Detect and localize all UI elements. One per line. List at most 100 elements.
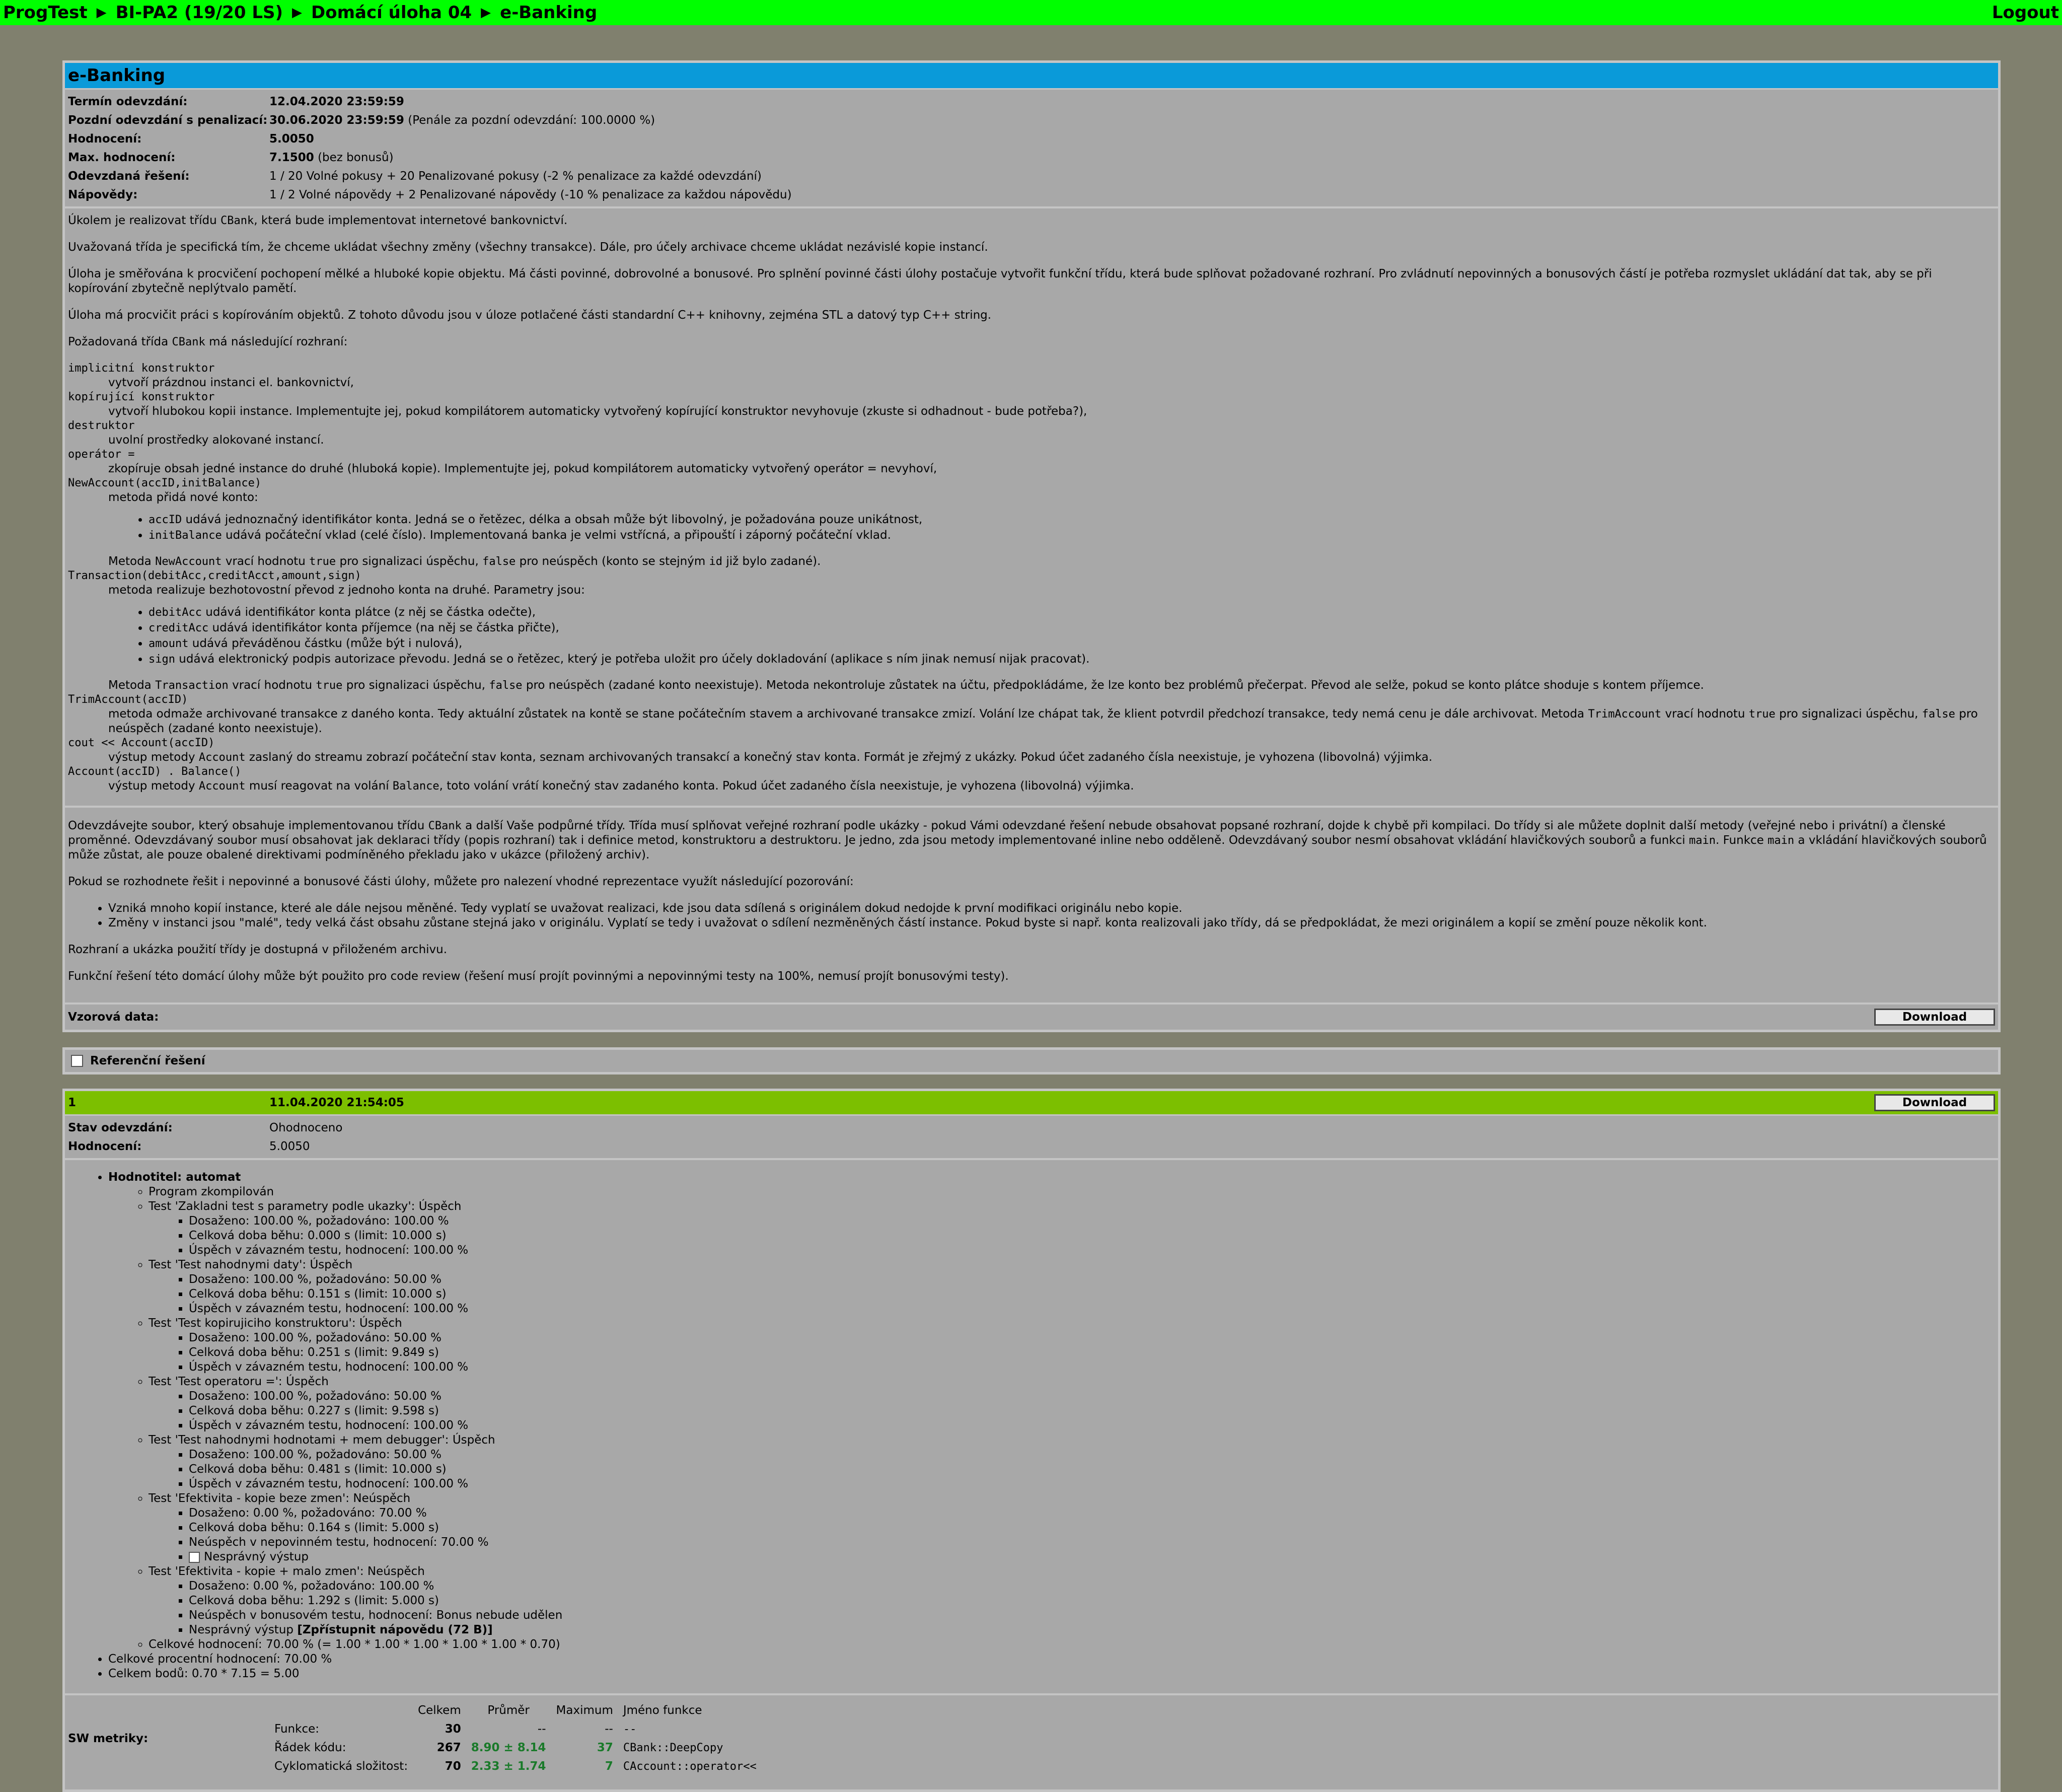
list-item: Změny v instanci jsou "malé", tedy velká… bbox=[108, 916, 1995, 930]
info-label: Max. hodnocení: bbox=[68, 151, 176, 164]
test-item: Test 'Efektivita - kopie + malo zmen': N… bbox=[149, 1564, 1995, 1637]
interface-term: TrimAccount(accID) bbox=[68, 693, 188, 706]
info-label: Hodnocení: bbox=[68, 132, 142, 146]
interface-desc: zkopíruje obsah jedné instance do druhé … bbox=[108, 462, 937, 475]
status-label: Stav odevzdání: bbox=[68, 1121, 173, 1134]
info-row-hints: Nápovědy: 1 / 2 Volné nápovědy + 2 Penali… bbox=[68, 186, 1995, 204]
logout-link[interactable]: Logout bbox=[1992, 4, 2059, 21]
list-item: Vzniká mnoho kopií instance, které ale d… bbox=[108, 901, 1995, 916]
submission-date: 11.04.2020 21:54:05 bbox=[269, 1096, 404, 1109]
desc-paragraph: Úkolem je realizovat třídu CBank, která … bbox=[68, 214, 568, 227]
col-header: Průměr bbox=[487, 1704, 530, 1717]
sample-download-button[interactable]: Download bbox=[1874, 1009, 1995, 1026]
breadcrumb-course[interactable]: BI-PA2 (19/20 LS) bbox=[116, 4, 283, 21]
score-label: Hodnocení: bbox=[68, 1140, 142, 1153]
reference-label: Referenční řešení bbox=[90, 1054, 205, 1067]
test-item: Test 'Test nahodnymi hodnotami + mem deb… bbox=[149, 1433, 1995, 1491]
info-row-submissions: Odevzdaná řešení: 1 / 20 Volné pokusy + 2… bbox=[68, 167, 1995, 186]
interface-desc: vytvoří hlubokou kopii instance. Impleme… bbox=[108, 405, 1087, 418]
interface-term: operátor = bbox=[68, 448, 135, 461]
score-value: 5.0050 bbox=[269, 1140, 310, 1153]
desc-paragraph: Pokud se rozhodnete řešit i nepovinné a … bbox=[68, 875, 854, 888]
info-label: Pozdní odevzdání s penalizací: bbox=[68, 114, 268, 127]
col-header: Jméno funkce bbox=[623, 1704, 702, 1717]
status-value: Ohodnoceno bbox=[269, 1121, 343, 1134]
interface-term: NewAccount(accID,initBalance) bbox=[68, 477, 262, 489]
desc-paragraph: Funkční řešení této domácí úlohy může bý… bbox=[68, 970, 1009, 983]
col-header: Maximum bbox=[556, 1704, 613, 1717]
col-header: Celkem bbox=[418, 1704, 461, 1717]
submission-download-button[interactable]: Download bbox=[1874, 1094, 1995, 1111]
task-title: e-Banking bbox=[65, 63, 1998, 90]
info-extra: (bez bonusů) bbox=[314, 151, 394, 164]
table-row: Řádek kódu: 267 8.90 ± 8.14 37 CBank::De… bbox=[274, 1741, 723, 1754]
info-value: 12.04.2020 23:59:59 bbox=[269, 95, 404, 108]
submission-panel: 1 11.04.2020 21:54:05 Download Stav odev… bbox=[62, 1089, 2001, 1792]
desc-paragraph: Úloha má procvičit práci s kopírováním o… bbox=[68, 309, 992, 322]
desc-paragraph: Úloha je směřována k procvičení pochopen… bbox=[68, 267, 1932, 295]
desc-paragraph: Rozhraní a ukázka použití třídy je dostu… bbox=[68, 943, 448, 956]
reveal-hint-link[interactable]: [Zpřístupnit nápovědu (72 B)] bbox=[297, 1623, 492, 1636]
info-value: 5.0050 bbox=[269, 132, 314, 146]
observation-list: Vzniká mnoho kopií instance, které ale d… bbox=[68, 901, 1995, 930]
reference-checkbox[interactable] bbox=[71, 1055, 83, 1067]
interface-desc: uvolní prostředky alokované instancí. bbox=[108, 434, 324, 447]
interface-term: destruktor bbox=[68, 419, 135, 432]
interface-term: cout << Account(accID) bbox=[68, 737, 215, 749]
test-item: Test 'Test kopirujiciho konstruktoru': Ú… bbox=[149, 1316, 1995, 1375]
submission-number: 1 bbox=[68, 1096, 77, 1109]
info-extra: 1 / 2 Volné nápovědy + 2 Penalizované ná… bbox=[269, 188, 792, 201]
desc-paragraph: Uvažovaná třída je specifická tím, že ch… bbox=[68, 241, 988, 254]
breadcrumb-separator-icon: ▶ bbox=[292, 5, 303, 20]
overall-percent: Celkové procentní hodnocení: 70.00 % bbox=[108, 1652, 1995, 1667]
metrics-label: SW metriky: bbox=[68, 1732, 149, 1745]
interface-desc: výstup metody Account musí reagovat na v… bbox=[108, 779, 1134, 793]
metrics-table: Celkem Průměr Maximum Jméno funkce Funkc… bbox=[269, 1701, 762, 1776]
interface-term: implicitní konstruktor bbox=[68, 362, 215, 375]
task-description: Úkolem je realizovat třídu CBank, která … bbox=[65, 208, 1998, 984]
desc-paragraph: Odevzdávejte soubor, který obsahuje impl… bbox=[68, 819, 1987, 862]
info-label: Odevzdaná řešení: bbox=[68, 170, 190, 183]
interface-list: implicitní konstruktor vytvoří prázdnou … bbox=[68, 362, 1995, 794]
breadcrumb-task[interactable]: e-Banking bbox=[500, 4, 597, 21]
top-nav-bar: ProgTest ▶ BI-PA2 (19/20 LS) ▶ Domácí úl… bbox=[0, 0, 2062, 25]
breadcrumb-separator-icon: ▶ bbox=[481, 5, 491, 20]
interface-desc: výstup metody Account zaslaný do streamu… bbox=[108, 751, 1433, 764]
info-label: Termín odevzdání: bbox=[68, 95, 188, 108]
breadcrumb-progtest[interactable]: ProgTest bbox=[3, 4, 88, 21]
sw-metrics: SW metriky: Celkem Průměr Maximum Jméno … bbox=[65, 1693, 1998, 1782]
wrong-output-checkbox[interactable] bbox=[189, 1551, 200, 1563]
info-label: Nápovědy: bbox=[68, 188, 138, 201]
sample-data-label: Vzorová data: bbox=[68, 1010, 159, 1024]
info-value: 7.1500 bbox=[269, 151, 314, 164]
breadcrumb: ProgTest ▶ BI-PA2 (19/20 LS) ▶ Domácí úl… bbox=[3, 4, 597, 21]
submission-header: 1 11.04.2020 21:54:05 Download bbox=[65, 1091, 1998, 1116]
overall-inner: Celkové hodnocení: 70.00 % (= 1.00 * 1.0… bbox=[149, 1637, 1995, 1652]
task-info: Termín odevzdání: 12.04.2020 23:59:59 Poz… bbox=[65, 90, 1998, 208]
breadcrumb-separator-icon: ▶ bbox=[96, 5, 107, 20]
table-row: Cyklomatická složitost: 70 2.33 ± 1.74 7… bbox=[274, 1760, 757, 1773]
info-value: 30.06.2020 23:59:59 bbox=[269, 114, 404, 127]
sample-data-row: Vzorová data: Download bbox=[65, 1002, 1998, 1030]
interface-desc: metoda přidá nové konto: accID udává jed… bbox=[68, 490, 1995, 569]
interface-desc: vytvoří prázdnou instanci el. bankovnict… bbox=[108, 376, 354, 389]
interface-desc: metoda realizuje bezhotovostní převod z … bbox=[68, 583, 1995, 693]
info-row-late: Pozdní odevzdání s penalizací: 30.06.2020… bbox=[68, 111, 1995, 130]
info-extra: 1 / 20 Volné pokusy + 20 Penalizované po… bbox=[269, 170, 762, 183]
desc-paragraph: Požadovaná třída CBank má následující ro… bbox=[68, 335, 348, 348]
compiled-item: Program zkompilován bbox=[149, 1185, 1995, 1199]
info-row-score: Hodnocení: 5.0050 bbox=[68, 130, 1995, 149]
submission-info: Stav odevzdání: Ohodnoceno Hodnocení: 5.00… bbox=[65, 1116, 1998, 1158]
interface-desc: metoda odmaže archivované transakce z da… bbox=[108, 707, 1978, 735]
table-row: Funkce: 30 -- -- -- bbox=[274, 1723, 637, 1736]
reference-panel: Referenční řešení bbox=[62, 1047, 2001, 1074]
interface-term: kopírující konstruktor bbox=[68, 391, 215, 403]
interface-term: Account(accID) . Balance() bbox=[68, 765, 242, 778]
task-panel: e-Banking Termín odevzdání: 12.04.2020 23… bbox=[62, 60, 2001, 1032]
breadcrumb-homework[interactable]: Domácí úloha 04 bbox=[311, 4, 472, 21]
test-item: Test 'Test nahodnymi daty': Úspěch Dosaž… bbox=[149, 1258, 1995, 1316]
info-extra: (Penále za pozdní odevzdání: 100.0000 %) bbox=[404, 114, 655, 127]
test-results: Hodnotitel: automat Program zkompilován … bbox=[65, 1158, 1998, 1686]
test-item: Test 'Efektivita - kopie beze zmen': Neú… bbox=[149, 1491, 1995, 1564]
info-row-max: Max. hodnocení: 7.1500 (bez bonusů) bbox=[68, 149, 1995, 167]
